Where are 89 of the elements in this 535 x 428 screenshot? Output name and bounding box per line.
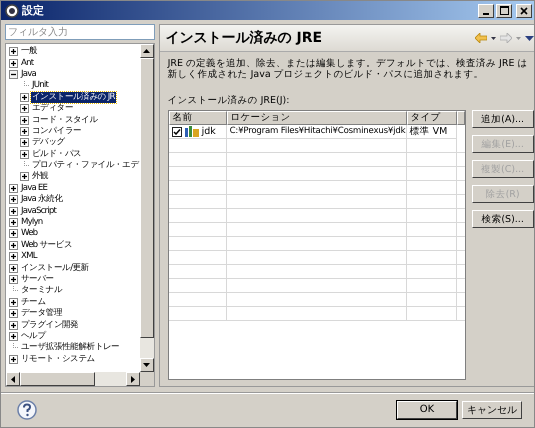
tree-item[interactable]: コード・スタイル (31, 114, 99, 126)
filter-field[interactable]: フィルタ入力 (5, 24, 155, 40)
tree-item[interactable]: JUnit (31, 80, 50, 92)
tree-item[interactable]: プラグイン開発 (20, 320, 80, 331)
tree-item[interactable]: Web サービス (20, 240, 74, 251)
expand-icon[interactable] (20, 116, 29, 125)
down-arrow-icon (143, 363, 150, 367)
tree-item[interactable]: 外観 (31, 171, 50, 182)
tree-item[interactable]: エディター (31, 103, 74, 114)
horizontal-scrollbar[interactable] (6, 372, 154, 386)
window-title: 設定 (22, 3, 44, 18)
minimize-icon (483, 12, 489, 14)
list-label: インストール済みの JRE(J): (168, 94, 290, 107)
tree-item[interactable]: データ管理 (20, 308, 64, 320)
tree-item[interactable]: Java 永続化 (20, 194, 64, 206)
expand-icon[interactable] (20, 92, 29, 102)
expand-icon[interactable] (9, 264, 18, 273)
minimize-button[interactable] (478, 4, 494, 18)
tree-item[interactable]: デバッグ (31, 137, 66, 148)
menu-icon[interactable] (524, 36, 534, 40)
ok-button[interactable]: OK (397, 400, 457, 418)
expand-icon[interactable] (9, 229, 18, 238)
maximize-button[interactable] (496, 4, 512, 18)
expand-icon[interactable] (20, 138, 29, 148)
description-text: JRE の定義を追加、除去、または編集します。デフォルトでは、検査済み JRE は新しく作成された Java プロジェクトのビルド・パスに追加されます。 (168, 58, 528, 80)
expand-icon[interactable] (20, 150, 29, 159)
expand-icon[interactable] (9, 184, 18, 193)
expand-icon[interactable] (9, 298, 18, 307)
column-header[interactable]: ロケーション (226, 111, 407, 125)
side-button[interactable]: 検索(S)... (472, 210, 534, 228)
tree-item[interactable]: ターミナル (20, 285, 64, 296)
expand-icon[interactable] (9, 320, 18, 330)
scroll-down-button[interactable] (140, 358, 154, 372)
maximize-icon (500, 6, 508, 15)
tree-item[interactable]: コンパイラー (31, 126, 82, 137)
scroll-right-button[interactable] (126, 372, 140, 386)
expand-icon[interactable] (9, 252, 18, 262)
table-cell: jdk (202, 125, 216, 138)
tree-item[interactable]: サーバー (20, 274, 55, 285)
expand-icon[interactable] (9, 218, 18, 228)
tree-item[interactable]: JavaScript (20, 206, 58, 217)
page-title: インストール済みの JRE (166, 29, 322, 47)
tree-item[interactable]: Ant (20, 58, 34, 69)
tree-item[interactable]: ヘルプ (20, 330, 47, 342)
expand-icon[interactable] (9, 332, 18, 341)
scroll-up-button[interactable] (140, 44, 154, 58)
tree-item[interactable]: Mylyn (20, 217, 44, 228)
expand-icon[interactable] (20, 104, 29, 114)
expand-icon[interactable] (9, 275, 18, 284)
expand-icon[interactable] (9, 309, 18, 318)
expand-icon[interactable] (9, 354, 18, 364)
tree-item[interactable]: Java (20, 68, 37, 80)
tree-item[interactable]: Web (20, 228, 38, 240)
tree-item[interactable]: XML (20, 251, 38, 262)
scrollbar-corner (140, 372, 154, 386)
expand-icon[interactable] (9, 206, 18, 216)
tree-item[interactable]: チーム (20, 296, 47, 308)
expand-icon[interactable] (9, 195, 18, 204)
tree-item[interactable]: ユーザ拡張性能解析トレー (20, 342, 120, 354)
column-header[interactable]: タイプ (406, 111, 457, 125)
expand-icon[interactable] (9, 58, 18, 68)
library-icon (184, 126, 199, 137)
table-cell: C:¥Program Files¥Hitachi¥Cosminexus¥jdk (226, 125, 407, 139)
tree-item[interactable]: インストール/更新 (20, 262, 90, 274)
table-cell: 標準 VM (406, 125, 457, 139)
side-button[interactable]: 追加(A)... (472, 110, 534, 128)
tree-item[interactable]: プロパティ・ファイル・エデ (31, 160, 140, 172)
scroll-thumb[interactable] (20, 372, 95, 386)
tree-item[interactable]: ビルド・パス (31, 148, 82, 160)
help-icon[interactable] (17, 400, 37, 420)
right-arrow-icon (130, 376, 135, 382)
column-header[interactable]: 名前 (168, 111, 227, 125)
tree-item[interactable]: リモート・システム (20, 354, 96, 365)
up-arrow-icon (143, 49, 150, 53)
close-button[interactable] (516, 4, 532, 18)
expand-icon[interactable] (9, 240, 18, 250)
tree-item[interactable]: 一般 (20, 46, 38, 58)
scroll-left-button[interactable] (6, 372, 20, 386)
expand-icon[interactable] (20, 172, 29, 182)
tree-item[interactable]: Java EE (20, 182, 48, 194)
close-icon (520, 6, 528, 14)
collapse-icon[interactable] (9, 70, 18, 79)
cancel-button[interactable]: キャンセル (462, 400, 522, 418)
checkbox[interactable] (172, 126, 182, 136)
expand-icon[interactable] (9, 47, 18, 56)
left-arrow-icon (11, 376, 15, 382)
expand-icon[interactable] (20, 126, 29, 136)
tree-item[interactable]: インストール済みの JR (31, 92, 116, 103)
dropdown-icon[interactable] (490, 36, 496, 40)
